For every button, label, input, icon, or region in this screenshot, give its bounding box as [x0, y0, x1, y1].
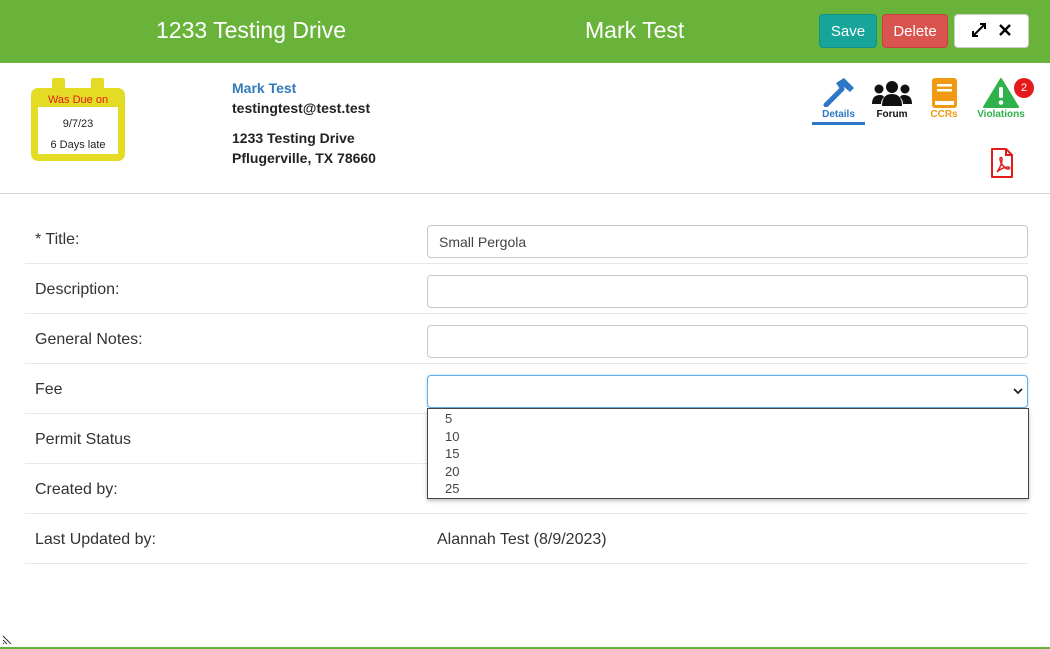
form-row-title: * Title: Small Pergola	[25, 214, 1028, 264]
header-owner: Mark Test	[585, 17, 685, 43]
fee-option[interactable]: 25	[428, 480, 1028, 498]
tab-details-label: Details	[822, 109, 855, 120]
window-controls	[954, 14, 1029, 48]
days-late: 6 Days late	[50, 139, 106, 151]
fee-option[interactable]: 20	[428, 463, 1028, 481]
tab-forum-label: Forum	[876, 109, 908, 120]
violations-count-badge: 2	[1014, 78, 1034, 98]
title-label: * Title:	[35, 231, 80, 248]
description-label: Description:	[35, 281, 120, 298]
last-updated-value: Alannah Test (8/9/2023)	[437, 531, 607, 548]
fee-dropdown-list: 5 10 15 20 25	[427, 408, 1029, 499]
fee-label: Fee	[35, 381, 63, 398]
due-date-calendar: Was Due on 9/7/23 6 Days late	[31, 78, 125, 161]
general-notes-input[interactable]	[427, 325, 1028, 358]
fee-option[interactable]: 15	[428, 445, 1028, 463]
contact-info: Mark Test testingtest@test.test 1233 Tes…	[232, 80, 376, 170]
contact-email: testingtest@test.test	[232, 100, 371, 116]
chevron-down-icon	[1013, 388, 1023, 395]
pdf-icon[interactable]	[991, 148, 1013, 178]
last-updated-label: Last Updated by:	[35, 531, 156, 548]
section-divider	[0, 193, 1050, 194]
due-label: Was Due on	[47, 94, 109, 106]
delete-button[interactable]: Delete	[882, 14, 948, 48]
hammer-icon	[823, 78, 854, 107]
description-input[interactable]	[427, 275, 1028, 308]
close-icon[interactable]	[999, 24, 1012, 38]
resize-handle-icon[interactable]	[2, 633, 14, 645]
fee-option[interactable]: 10	[428, 428, 1028, 446]
expand-icon[interactable]	[971, 23, 986, 39]
contact-street: 1233 Testing Drive	[232, 130, 355, 146]
form-row-fee: Fee	[25, 364, 1028, 414]
contact-name-link[interactable]: Mark Test	[232, 80, 376, 100]
form-row-updated: Last Updated by: Alannah Test (8/9/2023)	[25, 514, 1028, 564]
users-icon	[872, 81, 912, 106]
tab-details[interactable]: Details	[812, 77, 865, 125]
tab-violations-label: Violations	[977, 109, 1025, 120]
header-bar: 1233 Testing Drive Mark Test Save Delete	[0, 0, 1050, 63]
tab-ccrs-label: CCRs	[930, 109, 958, 120]
fee-select[interactable]	[427, 375, 1028, 408]
title-input[interactable]: Small Pergola	[427, 225, 1028, 258]
due-date: 9/7/23	[62, 118, 94, 130]
header-address: 1233 Testing Drive	[156, 17, 347, 43]
record-tabs: Details Forum CCRs Violations	[812, 77, 1032, 127]
permit-status-label: Permit Status	[35, 431, 132, 448]
form-row-notes: General Notes:	[25, 314, 1028, 364]
general-notes-label: General Notes:	[35, 331, 143, 348]
created-by-label: Created by:	[35, 481, 118, 498]
contact-city: Pflugerville, TX 78660	[232, 150, 376, 166]
tab-ccrs[interactable]: CCRs	[926, 77, 962, 127]
fee-option[interactable]: 5	[428, 410, 1028, 428]
form-row-description: Description:	[25, 264, 1028, 314]
warning-icon	[983, 78, 1019, 108]
save-button[interactable]: Save	[819, 14, 877, 48]
book-icon	[932, 78, 957, 108]
tab-forum[interactable]: Forum	[870, 77, 914, 127]
